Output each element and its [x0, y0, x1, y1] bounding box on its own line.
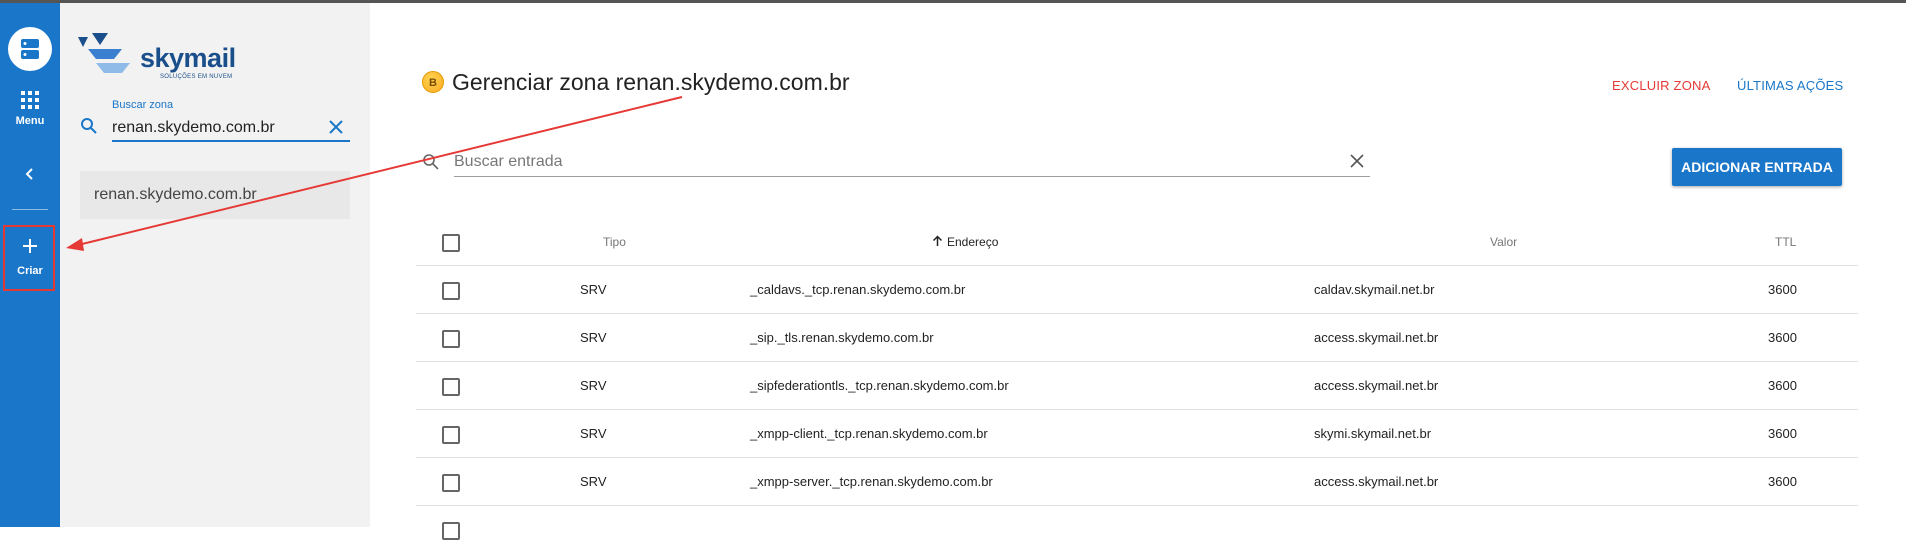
- zone-list-item[interactable]: renan.skydemo.com.br: [80, 171, 350, 219]
- skymail-logo-icon: [78, 33, 130, 73]
- row-checkbox[interactable]: [442, 426, 460, 444]
- close-icon[interactable]: [328, 119, 344, 140]
- row-checkbox[interactable]: [442, 282, 460, 300]
- row-tipo: SRV: [580, 282, 607, 297]
- header-ttl[interactable]: TTL: [1775, 218, 1796, 266]
- header-tipo[interactable]: Tipo: [603, 218, 626, 266]
- chevron-left-icon: [0, 163, 60, 185]
- dns-server-icon[interactable]: [8, 27, 52, 71]
- apps-grid-icon: [0, 91, 60, 113]
- row-ttl: 3600: [1768, 426, 1797, 441]
- row-checkbox[interactable]: [442, 378, 460, 396]
- table-row-partial[interactable]: [416, 506, 1858, 554]
- main-content: B Gerenciar zona renan.skydemo.com.br EX…: [370, 3, 1906, 540]
- row-ttl: 3600: [1768, 330, 1797, 345]
- table-row[interactable]: SRV _sipfederationtls._tcp.renan.skydemo…: [416, 362, 1858, 410]
- skymail-logo: skymail SOLUÇÕES EM NUVEM: [78, 33, 236, 80]
- search-icon: [422, 153, 440, 176]
- row-endereco: _caldavs._tcp.renan.skydemo.com.br: [750, 282, 966, 297]
- row-checkbox[interactable]: [442, 474, 460, 492]
- row-checkbox[interactable]: [442, 330, 460, 348]
- row-endereco: _xmpp-server._tcp.renan.skydemo.com.br: [750, 474, 993, 489]
- table-row[interactable]: SRV _xmpp-client._tcp.renan.skydemo.com.…: [416, 410, 1858, 458]
- brand-tagline: SOLUÇÕES EM NUVEM: [160, 74, 233, 80]
- dns-records-table: Tipo Endereço Valor TTL SRV _caldavs._tc…: [416, 218, 1858, 554]
- header-valor[interactable]: Valor: [1490, 218, 1517, 266]
- recent-actions-button[interactable]: ÚLTIMAS AÇÕES: [1737, 78, 1843, 93]
- menu-label: Menu: [15, 115, 45, 127]
- close-icon[interactable]: [1350, 154, 1364, 173]
- rail-divider: [12, 209, 48, 210]
- row-tipo: SRV: [580, 474, 607, 489]
- row-valor: skymi.skymail.net.br: [1314, 426, 1432, 441]
- collapse-button[interactable]: [0, 163, 60, 185]
- select-all-checkbox[interactable]: [442, 234, 460, 252]
- add-entry-button[interactable]: ADICIONAR ENTRADA: [1672, 148, 1842, 186]
- search-icon: [80, 117, 98, 140]
- row-tipo: SRV: [580, 426, 607, 441]
- page-title: Gerenciar zona renan.skydemo.com.br: [452, 69, 850, 95]
- menu-button[interactable]: Menu: [0, 91, 60, 127]
- table-row[interactable]: SRV _sip._tls.renan.skydemo.com.br acces…: [416, 314, 1858, 362]
- header-endereco[interactable]: Endereço: [932, 218, 998, 266]
- row-ttl: 3600: [1768, 378, 1797, 393]
- entry-search-input[interactable]: [454, 147, 1370, 177]
- zone-search-input[interactable]: [112, 116, 350, 142]
- table-row[interactable]: SRV _xmpp-server._tcp.renan.skydemo.com.…: [416, 458, 1858, 506]
- row-endereco: _sipfederationtls._tcp.renan.skydemo.com…: [750, 378, 1009, 393]
- row-tipo: SRV: [580, 378, 607, 393]
- row-valor: access.skymail.net.br: [1314, 474, 1439, 489]
- arrow-up-icon: [932, 219, 943, 267]
- row-ttl: 3600: [1768, 282, 1797, 297]
- brand-name: skymail: [140, 43, 236, 73]
- annotation-highlight-box: [3, 225, 55, 291]
- row-valor: access.skymail.net.br: [1314, 378, 1439, 393]
- row-valor: access.skymail.net.br: [1314, 330, 1439, 345]
- table-row[interactable]: SRV _caldavs._tcp.renan.skydemo.com.br c…: [416, 266, 1858, 314]
- row-valor: caldav.skymail.net.br: [1314, 282, 1435, 297]
- zone-search-label: Buscar zona: [112, 99, 174, 111]
- header-endereco-label: Endereço: [947, 235, 999, 249]
- zone-panel: skymail SOLUÇÕES EM NUVEM Buscar zona re…: [60, 3, 370, 527]
- row-endereco: _xmpp-client._tcp.renan.skydemo.com.br: [750, 426, 988, 441]
- zone-badge-icon: B: [422, 71, 444, 93]
- row-tipo: SRV: [580, 330, 607, 345]
- row-ttl: 3600: [1768, 474, 1797, 489]
- row-checkbox[interactable]: [442, 522, 460, 540]
- row-endereco: _sip._tls.renan.skydemo.com.br: [750, 330, 934, 345]
- table-header-row: Tipo Endereço Valor TTL: [416, 218, 1858, 266]
- delete-zone-button[interactable]: EXCLUIR ZONA: [1612, 78, 1710, 93]
- left-rail: Menu Criar: [0, 3, 60, 527]
